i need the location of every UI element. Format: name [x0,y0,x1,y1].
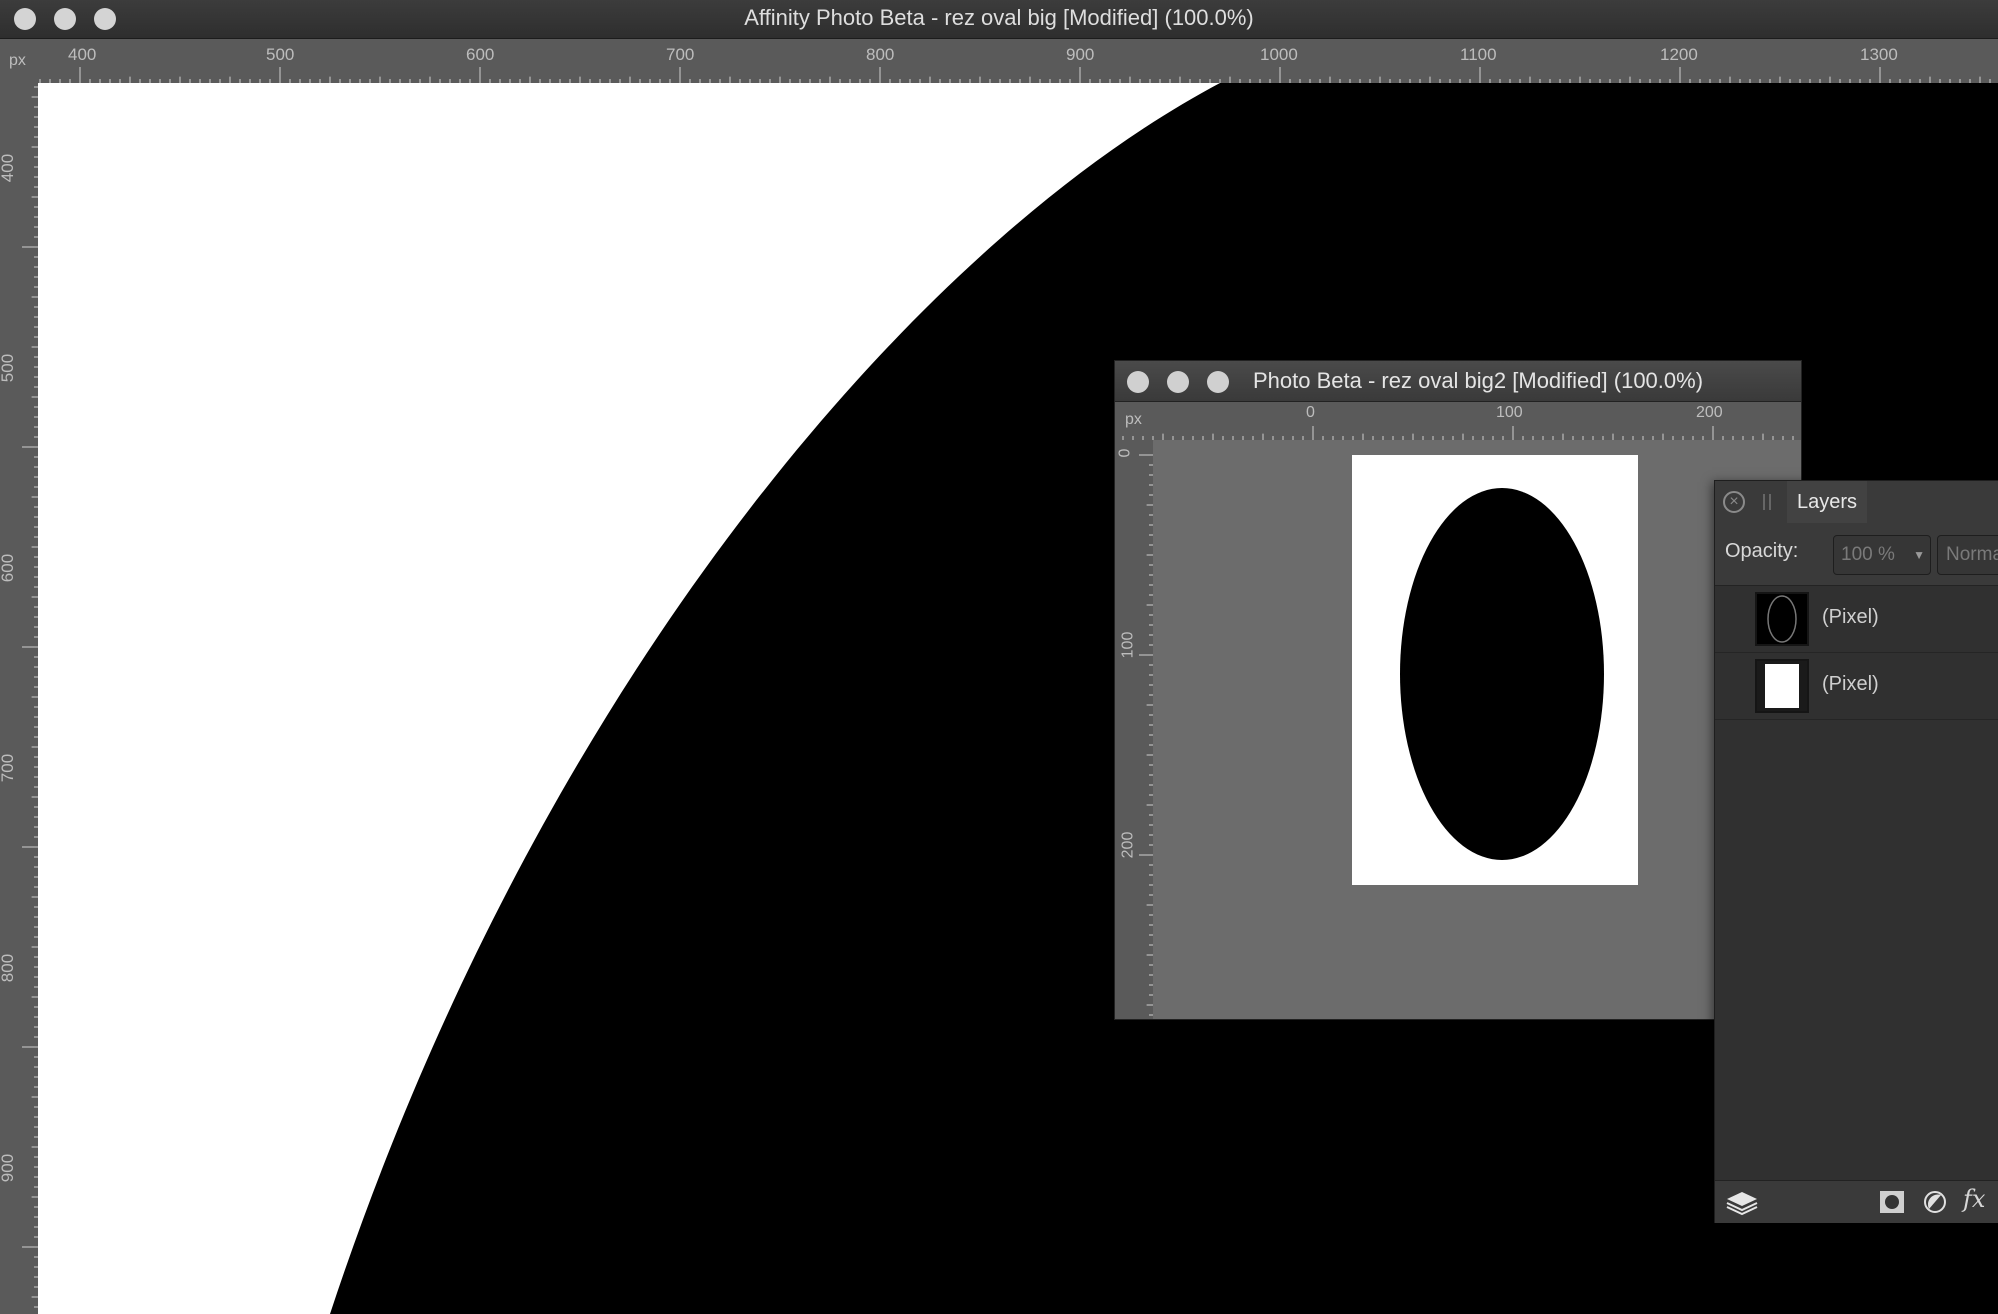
document-page[interactable] [1352,455,1638,885]
secondary-canvas[interactable] [1153,440,1801,1019]
vertical-ruler[interactable]: 400 500 600 700 800 900 [0,83,38,1314]
panel-grip-icon[interactable] [1763,494,1771,510]
tab-layers[interactable]: Layers [1787,481,1868,523]
ruler-label: 500 [266,45,295,64]
oval-artwork [1400,488,1604,860]
ruler-label: 1100 [1460,45,1497,64]
chevron-down-icon: ▼ [1913,548,1925,562]
fx-icon[interactable]: fx [1963,1185,1985,1213]
main-window-titlebar: Affinity Photo Beta - rez oval big [Modi… [0,0,1998,39]
ruler-unit-label: px [1125,411,1142,428]
horizontal-ruler[interactable]: 400 500 600 700 800 900 1000 1100 1200 1… [0,39,1998,83]
layers-panel-footer: fx [1715,1180,1998,1223]
layer-name: (Pixel) [1822,673,1879,695]
ruler-label: 200 [1696,404,1723,421]
secondary-vertical-ruler-ticks [1139,454,1153,1016]
layers-panel-header: × Layers [1715,481,1998,524]
ruler-label: 700 [0,753,18,783]
ruler-label: 800 [866,45,895,64]
layers-stack-icon[interactable] [1725,1190,1759,1221]
white-rect-thumbnail-art [1765,664,1799,708]
ruler-label: 200 [1119,831,1137,859]
ruler-corner: px [0,39,38,83]
ruler-unit-label: px [9,52,26,69]
opacity-row: Opacity: 100 % ▼ Normal [1715,523,1998,586]
ruler-label: 800 [0,953,18,983]
ruler-label: 400 [68,45,97,64]
secondary-horizontal-ruler[interactable]: px 0 100 200 [1115,402,1801,440]
ruler-label: 900 [0,1153,18,1183]
minimize-window-button[interactable] [1167,371,1189,393]
ruler-label: 0 [1116,448,1134,458]
secondary-vertical-ruler[interactable]: 0 100 200 [1115,440,1153,1019]
window-title: Affinity Photo Beta - rez oval big [Modi… [744,5,1254,30]
ruler-label: 100 [1496,404,1523,421]
zoom-window-button[interactable] [1207,371,1229,393]
ruler-label: 0 [1306,404,1315,421]
opacity-dropdown[interactable]: 100 % ▼ [1833,535,1931,575]
secondary-document-window[interactable]: Photo Beta - rez oval big2 [Modified] (1… [1114,360,1802,1020]
ruler-label: 500 [0,353,18,383]
mask-icon[interactable] [1879,1190,1905,1219]
black-oval [1400,488,1604,860]
opacity-value: 100 % [1841,544,1895,565]
layers-panel: × Layers Opacity: 100 % ▼ Normal (Pixel)… [1714,480,1998,1223]
horizontal-ruler-ticks [0,67,1991,83]
white-rect-thumbnail [1755,659,1809,713]
ruler-label: 400 [0,153,18,183]
ruler-label: 1000 [1260,45,1298,64]
ruler-label: 100 [1119,631,1137,659]
secondary-window-titlebar[interactable]: Photo Beta - rez oval big2 [Modified] (1… [1115,361,1801,402]
blend-mode-value: Normal [1946,544,1998,565]
close-panel-icon[interactable]: × [1723,491,1745,513]
opacity-label: Opacity: [1725,540,1799,562]
layer-row[interactable]: (Pixel) [1715,586,1998,653]
oval-thumbnail [1755,592,1809,646]
oval-thumbnail-art [1757,594,1807,644]
vertical-ruler-ticks [22,86,38,1308]
ruler-label: 1300 [1860,45,1898,64]
layer-name: (Pixel) [1822,606,1879,628]
ruler-label: 700 [666,45,695,64]
secondary-window-title: Photo Beta - rez oval big2 [Modified] (1… [1253,368,1704,393]
blend-mode-dropdown[interactable]: Normal [1937,535,1998,575]
ruler-label: 1200 [1660,45,1698,64]
ruler-label: 600 [466,45,495,64]
close-window-button[interactable] [1127,371,1149,393]
ruler-label: 900 [1066,45,1095,64]
ruler-label: 600 [0,553,18,583]
adjustment-icon[interactable] [1923,1190,1947,1219]
layer-row[interactable]: (Pixel) [1715,653,1998,720]
